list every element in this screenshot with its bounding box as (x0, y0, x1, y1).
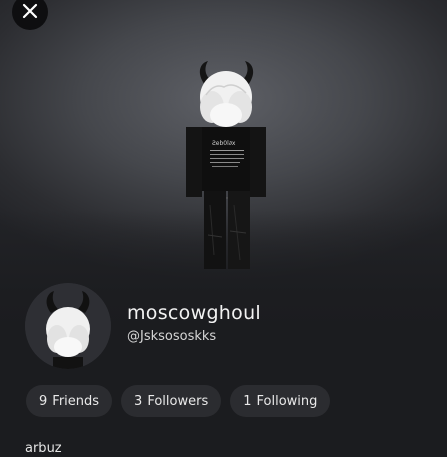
about-text: arbuz (25, 441, 62, 456)
social-stats: 9 Friends 3 Followers 1 Following (26, 385, 331, 417)
following-label: Following (256, 393, 318, 409)
avatar-headshot (25, 283, 111, 369)
friends-button[interactable]: 9 Friends (26, 385, 113, 417)
friends-label: Friends (52, 393, 100, 409)
profile-screen: Ƨeb0l∂x moscowghoul @Jsksososkks 9 Frien… (0, 0, 447, 457)
followers-count: 3 (134, 393, 143, 409)
friends-count: 9 (39, 393, 48, 409)
close-icon (22, 3, 38, 22)
svg-text:Ƨeb0l∂x: Ƨeb0l∂x (212, 140, 236, 147)
username: @Jsksososkks (127, 329, 217, 344)
avatar[interactable] (25, 283, 111, 369)
avatar-3d-render[interactable]: Ƨeb0l∂x (170, 55, 280, 275)
profile-header: moscowghoul @Jsksososkks (25, 283, 261, 369)
following-button[interactable]: 1 Following (230, 385, 331, 417)
profile-names: moscowghoul @Jsksososkks (127, 301, 261, 347)
followers-label: Followers (147, 393, 209, 409)
followers-button[interactable]: 3 Followers (121, 385, 222, 417)
following-count: 1 (243, 393, 252, 409)
display-name: moscowghoul (127, 302, 261, 324)
